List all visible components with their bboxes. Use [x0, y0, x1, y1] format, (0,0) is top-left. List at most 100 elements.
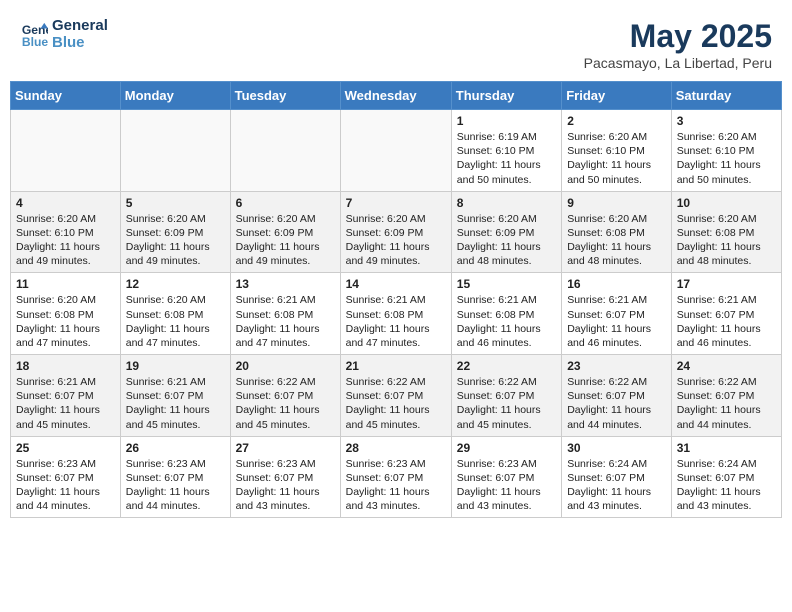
- calendar-cell: 7 Sunrise: 6:20 AM Sunset: 6:09 PM Daylig…: [340, 191, 451, 273]
- week-row-1: 1 Sunrise: 6:19 AM Sunset: 6:10 PM Daylig…: [11, 110, 782, 192]
- day-number: 28: [346, 441, 446, 455]
- svg-text:Blue: Blue: [22, 35, 48, 49]
- day-number: 27: [236, 441, 335, 455]
- day-number: 8: [457, 196, 556, 210]
- calendar-cell: 23 Sunrise: 6:22 AM Sunset: 6:07 PM Dayli…: [562, 355, 672, 437]
- day-info: Sunrise: 6:24 AM Sunset: 6:07 PM Dayligh…: [567, 457, 666, 514]
- day-info: Sunrise: 6:21 AM Sunset: 6:07 PM Dayligh…: [677, 293, 776, 350]
- calendar-cell: 5Sunrise: 6:20 AM Sunset: 6:09 PM Daylig…: [120, 191, 230, 273]
- calendar-cell: 2 Sunrise: 6:20 AM Sunset: 6:10 PM Daylig…: [562, 110, 672, 192]
- day-info: Sunrise: 6:21 AM Sunset: 6:08 PM Dayligh…: [346, 293, 446, 350]
- logo-icon: General Blue: [20, 21, 48, 49]
- calendar-cell: 9 Sunrise: 6:20 AM Sunset: 6:08 PM Daylig…: [562, 191, 672, 273]
- day-info: Sunrise: 6:22 AM Sunset: 6:07 PM Dayligh…: [346, 375, 446, 432]
- calendar-cell: [11, 110, 121, 192]
- calendar-table: SundayMondayTuesdayWednesdayThursdayFrid…: [10, 81, 782, 518]
- day-info: Sunrise: 6:20 AM Sunset: 6:09 PM Dayligh…: [457, 212, 556, 269]
- day-info: Sunrise: 6:20 AM Sunset: 6:10 PM Dayligh…: [567, 130, 666, 187]
- day-number: 5: [126, 196, 225, 210]
- day-info: Sunrise: 6:20 AM Sunset: 6:10 PM Dayligh…: [677, 130, 776, 187]
- weekday-header-tuesday: Tuesday: [230, 82, 340, 110]
- day-number: 10: [677, 196, 776, 210]
- week-row-4: 18Sunrise: 6:21 AM Sunset: 6:07 PM Dayli…: [11, 355, 782, 437]
- weekday-header-thursday: Thursday: [451, 82, 561, 110]
- page-header: General Blue General Blue May 2025 Pacas…: [10, 10, 782, 77]
- day-number: 3: [677, 114, 776, 128]
- day-number: 14: [346, 277, 446, 291]
- day-info: Sunrise: 6:23 AM Sunset: 6:07 PM Dayligh…: [236, 457, 335, 514]
- day-number: 31: [677, 441, 776, 455]
- calendar-cell: 16Sunrise: 6:21 AM Sunset: 6:07 PM Dayli…: [562, 273, 672, 355]
- day-info: Sunrise: 6:21 AM Sunset: 6:07 PM Dayligh…: [567, 293, 666, 350]
- day-info: Sunrise: 6:22 AM Sunset: 6:07 PM Dayligh…: [567, 375, 666, 432]
- day-number: 30: [567, 441, 666, 455]
- day-info: Sunrise: 6:20 AM Sunset: 6:08 PM Dayligh…: [567, 212, 666, 269]
- day-info: Sunrise: 6:20 AM Sunset: 6:08 PM Dayligh…: [126, 293, 225, 350]
- day-info: Sunrise: 6:22 AM Sunset: 6:07 PM Dayligh…: [457, 375, 556, 432]
- day-number: 20: [236, 359, 335, 373]
- month-title: May 2025: [584, 18, 772, 55]
- title-block: May 2025 Pacasmayo, La Libertad, Peru: [584, 18, 772, 71]
- calendar-cell: 21 Sunrise: 6:22 AM Sunset: 6:07 PM Dayli…: [340, 355, 451, 437]
- calendar-cell: 27 Sunrise: 6:23 AM Sunset: 6:07 PM Dayli…: [230, 436, 340, 518]
- day-number: 23: [567, 359, 666, 373]
- day-info: Sunrise: 6:24 AM Sunset: 6:07 PM Dayligh…: [677, 457, 776, 514]
- calendar-cell: 30 Sunrise: 6:24 AM Sunset: 6:07 PM Dayli…: [562, 436, 672, 518]
- calendar-cell: 19 Sunrise: 6:21 AM Sunset: 6:07 PM Dayli…: [120, 355, 230, 437]
- calendar-cell: 6Sunrise: 6:20 AM Sunset: 6:09 PM Daylig…: [230, 191, 340, 273]
- day-number: 11: [16, 277, 115, 291]
- calendar-cell: 14 Sunrise: 6:21 AM Sunset: 6:08 PM Dayli…: [340, 273, 451, 355]
- day-info: Sunrise: 6:20 AM Sunset: 6:09 PM Dayligh…: [346, 212, 446, 269]
- day-info: Sunrise: 6:20 AM Sunset: 6:09 PM Dayligh…: [236, 212, 335, 269]
- weekday-header-monday: Monday: [120, 82, 230, 110]
- weekday-header-wednesday: Wednesday: [340, 82, 451, 110]
- calendar-cell: 26 Sunrise: 6:23 AM Sunset: 6:07 PM Dayli…: [120, 436, 230, 518]
- logo-general: General: [52, 18, 108, 35]
- weekday-header-saturday: Saturday: [671, 82, 781, 110]
- weekday-header-friday: Friday: [562, 82, 672, 110]
- day-info: Sunrise: 6:21 AM Sunset: 6:08 PM Dayligh…: [236, 293, 335, 350]
- day-number: 7: [346, 196, 446, 210]
- calendar-cell: 20Sunrise: 6:22 AM Sunset: 6:07 PM Dayli…: [230, 355, 340, 437]
- calendar-cell: 8 Sunrise: 6:20 AM Sunset: 6:09 PM Daylig…: [451, 191, 561, 273]
- calendar-cell: 28 Sunrise: 6:23 AM Sunset: 6:07 PM Dayli…: [340, 436, 451, 518]
- day-info: Sunrise: 6:20 AM Sunset: 6:08 PM Dayligh…: [677, 212, 776, 269]
- day-number: 1: [457, 114, 556, 128]
- day-number: 12: [126, 277, 225, 291]
- day-info: Sunrise: 6:20 AM Sunset: 6:08 PM Dayligh…: [16, 293, 115, 350]
- calendar-cell: 4 Sunrise: 6:20 AM Sunset: 6:10 PM Daylig…: [11, 191, 121, 273]
- calendar-cell: 3 Sunrise: 6:20 AM Sunset: 6:10 PM Daylig…: [671, 110, 781, 192]
- day-info: Sunrise: 6:19 AM Sunset: 6:10 PM Dayligh…: [457, 130, 556, 187]
- day-number: 22: [457, 359, 556, 373]
- calendar-cell: 22 Sunrise: 6:22 AM Sunset: 6:07 PM Dayli…: [451, 355, 561, 437]
- day-info: Sunrise: 6:23 AM Sunset: 6:07 PM Dayligh…: [457, 457, 556, 514]
- calendar-cell: 1 Sunrise: 6:19 AM Sunset: 6:10 PM Daylig…: [451, 110, 561, 192]
- day-info: Sunrise: 6:21 AM Sunset: 6:08 PM Dayligh…: [457, 293, 556, 350]
- calendar-cell: 12 Sunrise: 6:20 AM Sunset: 6:08 PM Dayli…: [120, 273, 230, 355]
- day-number: 25: [16, 441, 115, 455]
- day-info: Sunrise: 6:21 AM Sunset: 6:07 PM Dayligh…: [126, 375, 225, 432]
- calendar-cell: 29Sunrise: 6:23 AM Sunset: 6:07 PM Dayli…: [451, 436, 561, 518]
- calendar-cell: 15 Sunrise: 6:21 AM Sunset: 6:08 PM Dayli…: [451, 273, 561, 355]
- day-info: Sunrise: 6:20 AM Sunset: 6:10 PM Dayligh…: [16, 212, 115, 269]
- week-row-2: 4 Sunrise: 6:20 AM Sunset: 6:10 PM Daylig…: [11, 191, 782, 273]
- calendar-cell: [230, 110, 340, 192]
- location-label: Pacasmayo, La Libertad, Peru: [584, 55, 772, 71]
- day-number: 15: [457, 277, 556, 291]
- day-info: Sunrise: 6:23 AM Sunset: 6:07 PM Dayligh…: [16, 457, 115, 514]
- weekday-header-sunday: Sunday: [11, 82, 121, 110]
- day-info: Sunrise: 6:23 AM Sunset: 6:07 PM Dayligh…: [346, 457, 446, 514]
- calendar-cell: [340, 110, 451, 192]
- day-number: 4: [16, 196, 115, 210]
- day-info: Sunrise: 6:23 AM Sunset: 6:07 PM Dayligh…: [126, 457, 225, 514]
- day-number: 17: [677, 277, 776, 291]
- day-number: 21: [346, 359, 446, 373]
- day-number: 24: [677, 359, 776, 373]
- calendar-cell: 11 Sunrise: 6:20 AM Sunset: 6:08 PM Dayli…: [11, 273, 121, 355]
- day-number: 19: [126, 359, 225, 373]
- day-number: 2: [567, 114, 666, 128]
- calendar-cell: 18Sunrise: 6:21 AM Sunset: 6:07 PM Dayli…: [11, 355, 121, 437]
- day-number: 26: [126, 441, 225, 455]
- logo-blue: Blue: [52, 35, 108, 52]
- day-number: 9: [567, 196, 666, 210]
